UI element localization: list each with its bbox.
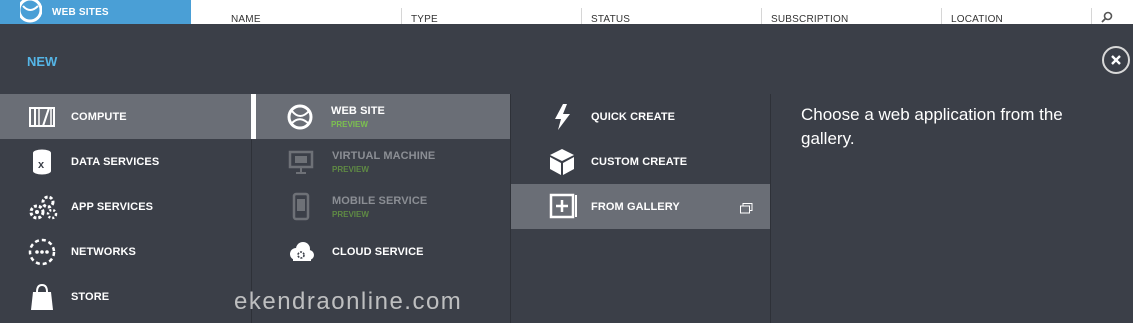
shopping-bag-icon	[28, 282, 58, 312]
category-store[interactable]: STORE	[0, 274, 251, 319]
database-icon: x	[28, 147, 58, 177]
column-header-subscription[interactable]: SUBSCRIPTION	[771, 14, 848, 24]
option-label: FROM GALLERY	[591, 201, 680, 213]
phone-icon	[287, 192, 317, 222]
svg-text:x: x	[38, 159, 45, 171]
column-divider	[761, 8, 762, 24]
column-divider	[401, 8, 402, 24]
globe-icon	[17, 0, 43, 24]
gallery-add-icon	[549, 192, 579, 222]
websites-section-header[interactable]: WEB SITES	[0, 0, 191, 24]
service-label: VIRTUAL MACHINE	[332, 150, 436, 162]
option-label: CUSTOM CREATE	[591, 156, 688, 168]
column-header-type[interactable]: TYPE	[411, 14, 438, 24]
close-button[interactable]	[1102, 46, 1130, 74]
new-title: NEW	[27, 54, 58, 69]
option-custom-create[interactable]: CUSTOM CREATE	[511, 139, 770, 184]
service-label: MOBILE SERVICE	[332, 195, 428, 207]
create-option-list: QUICK CREATE CUSTOM CREATE FROM GALLERY	[511, 94, 771, 323]
column-divider	[1091, 8, 1092, 24]
category-label: DATA SERVICES	[71, 156, 160, 168]
compute-icon	[28, 102, 58, 132]
category-app-services[interactable]: APP SERVICES	[0, 184, 251, 229]
option-from-gallery[interactable]: FROM GALLERY	[511, 184, 770, 229]
option-label: QUICK CREATE	[591, 111, 676, 123]
service-virtual-machine[interactable]: VIRTUAL MACHINE PREVIEW	[252, 139, 510, 184]
column-header-location[interactable]: LOCATION	[951, 14, 1003, 24]
cloud-gear-icon	[287, 237, 317, 267]
lightning-icon	[549, 102, 579, 132]
category-label: STORE	[71, 291, 110, 303]
column-divider	[941, 8, 942, 24]
category-data-services[interactable]: x DATA SERVICES	[0, 139, 251, 184]
network-icon	[28, 237, 58, 267]
box-icon	[549, 147, 579, 177]
service-cloud-service[interactable]: CLOUD SERVICE	[252, 229, 510, 274]
service-mobile-service[interactable]: MOBILE SERVICE PREVIEW	[252, 184, 510, 229]
monitor-icon	[287, 147, 317, 177]
column-header-status[interactable]: STATUS	[591, 14, 630, 24]
description-pane: Choose a web application from the galler…	[771, 94, 1133, 323]
preview-badge: PREVIEW	[331, 120, 368, 129]
watermark: ekendraonline.com	[234, 288, 463, 315]
close-icon	[1111, 55, 1121, 65]
category-label: COMPUTE	[71, 111, 127, 123]
service-web-site[interactable]: WEB SITE PREVIEW	[251, 94, 510, 139]
category-label: APP SERVICES	[71, 201, 154, 213]
search-icon[interactable]	[1100, 10, 1114, 24]
option-quick-create[interactable]: QUICK CREATE	[511, 94, 770, 139]
open-window-icon[interactable]	[740, 201, 753, 214]
service-label: WEB SITE	[331, 105, 385, 117]
preview-badge: PREVIEW	[332, 210, 369, 219]
preview-badge: PREVIEW	[332, 165, 369, 174]
column-divider	[581, 8, 582, 24]
category-networks[interactable]: NETWORKS	[0, 229, 251, 274]
category-compute[interactable]: COMPUTE	[0, 94, 251, 139]
category-label: NETWORKS	[71, 246, 136, 258]
new-drawer: NEW COMPUTE x DATA SERVICES APP SERVICES…	[0, 24, 1133, 323]
section-title: WEB SITES	[52, 7, 109, 18]
category-list: COMPUTE x DATA SERVICES APP SERVICES NET…	[0, 94, 251, 323]
service-label: CLOUD SERVICE	[332, 246, 424, 258]
gears-icon	[28, 192, 58, 222]
top-bar: WEB SITES NAME TYPE STATUS SUBSCRIPTION …	[0, 0, 1133, 24]
description-text: Choose a web application from the galler…	[801, 105, 1063, 148]
column-header-name[interactable]: NAME	[231, 14, 261, 24]
globe-icon	[286, 102, 316, 132]
